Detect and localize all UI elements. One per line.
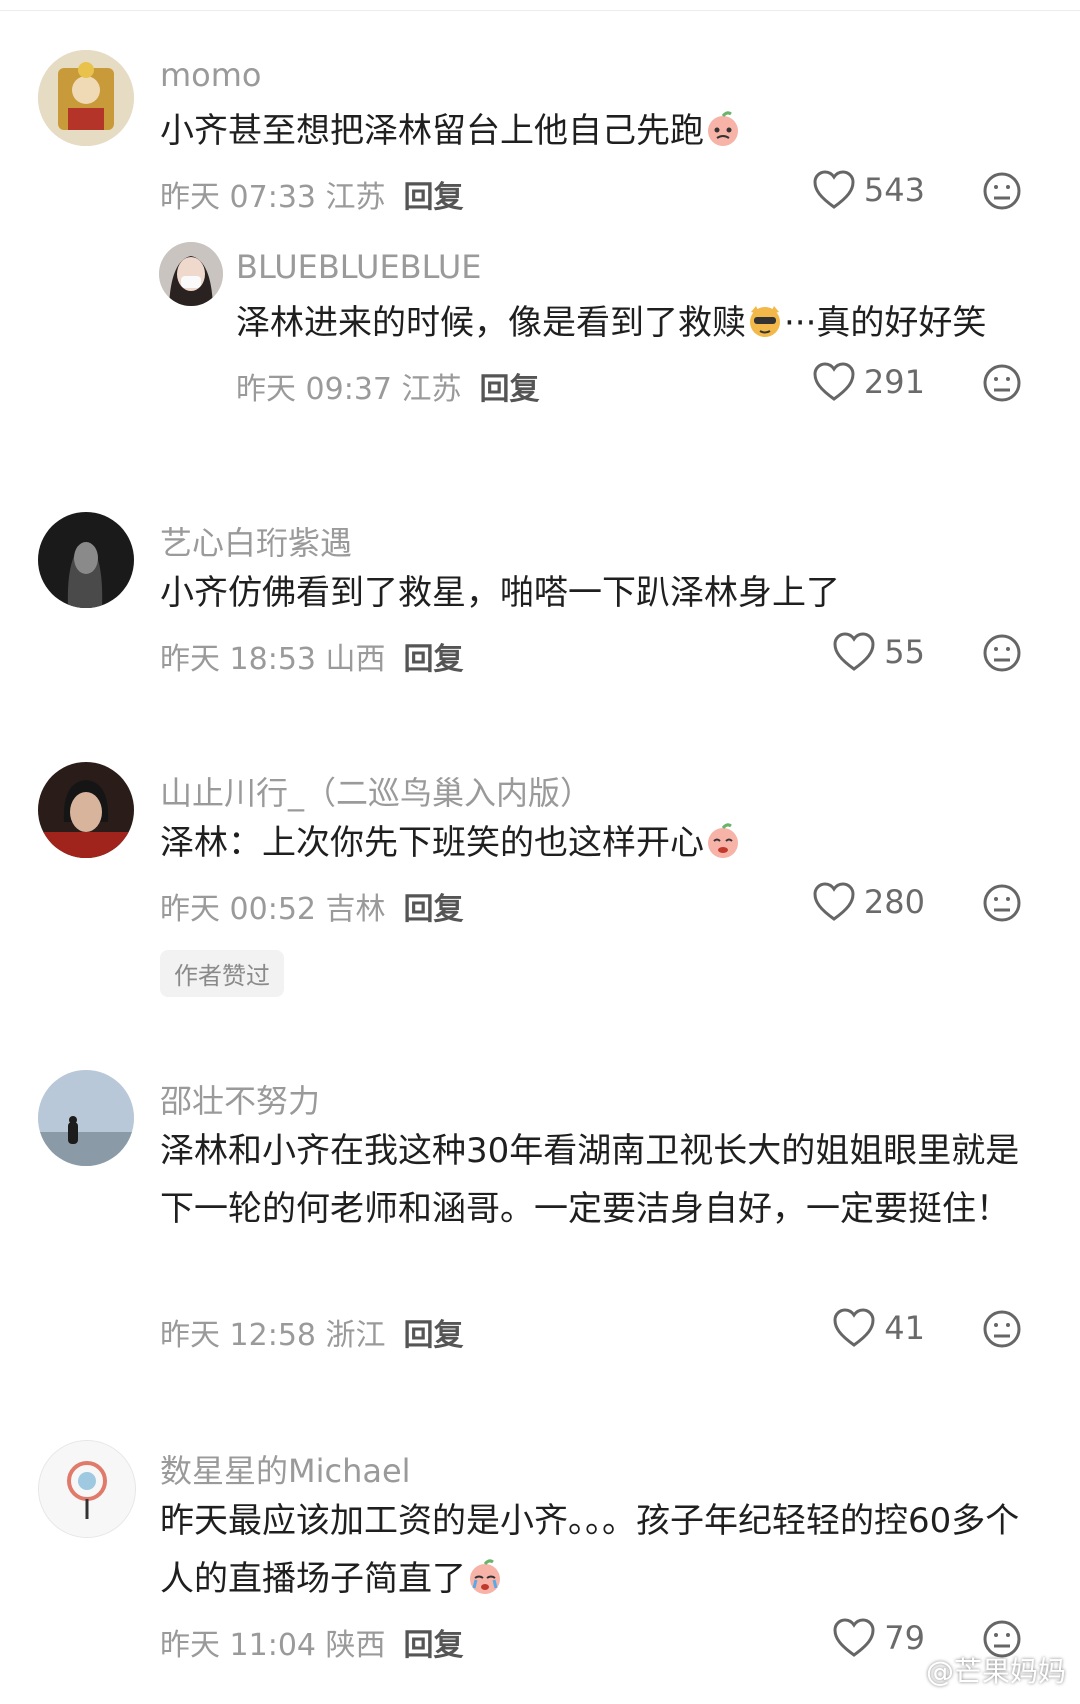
username[interactable]: 山止川行_（二巡鸟巢入内版） (160, 768, 592, 814)
avatar[interactable] (38, 1070, 134, 1166)
weibo-logo-icon (880, 1656, 919, 1686)
like-count: 41 (884, 1309, 925, 1347)
comment-text-tail: ···真的好好笑 (784, 303, 987, 343)
comment-text: 泽林进来的时候，像是看到了救赎 ···真的好好笑 (236, 294, 1036, 352)
like-button[interactable]: 55 (832, 632, 925, 672)
dislike-button[interactable] (982, 1309, 1022, 1349)
comment-text-body: 小齐甚至想把泽林留台上他自己先跑 (160, 111, 704, 151)
username[interactable]: 艺心白珩紫遇 (160, 518, 352, 564)
peach-laughing-emoji-icon (704, 820, 742, 858)
username[interactable]: momo (160, 56, 262, 94)
timestamp-location: 昨天 09:37 江苏 (236, 372, 462, 407)
neutral-face-icon (983, 364, 1021, 402)
comment-text: 昨天最应该加工资的是小齐。。。孩子年纪轻轻的控60多个人的直播场子简直了 (160, 1492, 1030, 1608)
like-button[interactable]: 291 (812, 362, 925, 402)
comment-text: 泽林和小齐在我这种30年看湖南卫视长大的姐姐眼里就是下一轮的何老师和涵哥。一定要… (160, 1131, 1020, 1229)
like-count: 543 (863, 171, 925, 209)
like-count: 55 (884, 633, 925, 671)
avatar[interactable] (159, 242, 223, 306)
comment-text: 小齐甚至想把泽林留台上他自己先跑 (160, 102, 1030, 160)
like-button[interactable]: 41 (832, 1308, 925, 1348)
reply-button[interactable]: 回复 (404, 1318, 464, 1353)
comment-meta: 昨天 00:52 吉林 回复 (160, 884, 464, 928)
username[interactable]: 邵壮不努力 (160, 1076, 320, 1122)
heart-icon (813, 170, 855, 209)
comment-text-body: 泽林：上次你先下班笑的也这样开心 (160, 823, 704, 863)
avatar[interactable] (38, 1440, 136, 1538)
avatar[interactable] (38, 50, 134, 146)
like-button[interactable]: 280 (812, 882, 925, 922)
comment-meta: 昨天 18:53 山西 回复 (160, 634, 464, 678)
heart-icon (833, 1618, 875, 1657)
dislike-button[interactable] (982, 633, 1022, 673)
dislike-button[interactable] (982, 363, 1022, 403)
comment-meta: 昨天 07:33 江苏 回复 (160, 172, 464, 216)
comment-meta: 昨天 11:04 陕西 回复 (160, 1620, 464, 1664)
timestamp-location: 昨天 11:04 陕西 (160, 1628, 386, 1663)
dislike-button[interactable] (982, 883, 1022, 923)
timestamp-location: 昨天 00:52 吉林 (160, 892, 386, 927)
avatar[interactable] (38, 512, 134, 608)
reply-button[interactable]: 回复 (404, 1628, 464, 1663)
like-count: 280 (863, 883, 925, 921)
timestamp-location: 昨天 12:58 浙江 (160, 1318, 386, 1353)
neutral-face-icon (983, 1310, 1021, 1348)
username[interactable]: 数星星的Michael (160, 1446, 411, 1492)
reply-button[interactable]: 回复 (404, 180, 464, 215)
comment-text-body: 昨天最应该加工资的是小齐。。。孩子年纪轻轻的控60多个人的直播场子简直了 (160, 1501, 1020, 1599)
username[interactable]: BLUEBLUEBLUE (236, 248, 481, 286)
comment-text-body: 泽林进来的时候，像是看到了救赎 (236, 303, 746, 343)
dislike-button[interactable] (982, 171, 1022, 211)
cool-dog-emoji-icon (746, 300, 784, 338)
comment-meta: 昨天 09:37 江苏 回复 (236, 364, 540, 408)
comment-text: 泽林：上次你先下班笑的也这样开心 (160, 814, 1030, 872)
comment-text: 小齐仿佛看到了救星，啪嗒一下趴泽林身上了 (160, 573, 840, 613)
neutral-face-icon (983, 634, 1021, 672)
timestamp-location: 昨天 07:33 江苏 (160, 180, 386, 215)
like-button[interactable]: 543 (812, 170, 925, 210)
heart-icon (813, 362, 855, 401)
heart-icon (833, 632, 875, 671)
neutral-face-icon (983, 172, 1021, 210)
weibo-watermark: @芒果妈妈 (880, 1650, 1066, 1690)
author-liked-badge: 作者赞过 (160, 950, 284, 997)
top-divider (0, 10, 1080, 11)
watermark-text: @芒果妈妈 (925, 1655, 1066, 1688)
reply-button[interactable]: 回复 (480, 372, 540, 407)
peach-crying-emoji-icon (466, 1556, 504, 1594)
heart-icon (833, 1308, 875, 1347)
like-count: 291 (863, 363, 925, 401)
avatar[interactable] (38, 762, 134, 858)
comment-meta: 昨天 12:58 浙江 回复 (160, 1310, 464, 1354)
reply-button[interactable]: 回复 (404, 892, 464, 927)
heart-icon (813, 882, 855, 921)
neutral-face-icon (983, 884, 1021, 922)
peach-crying-emoji-icon (704, 108, 742, 146)
reply-button[interactable]: 回复 (404, 642, 464, 677)
timestamp-location: 昨天 18:53 山西 (160, 642, 386, 677)
